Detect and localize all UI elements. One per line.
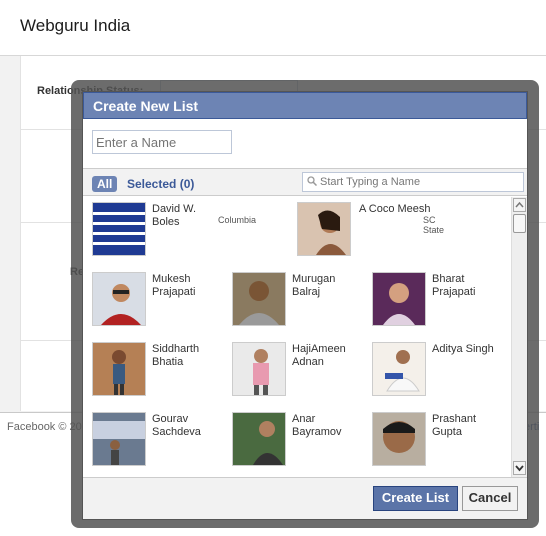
friend-item[interactable]: Murugan Balraj [223, 267, 363, 327]
friend-name: Prashant Gupta [432, 413, 477, 438]
avatar [92, 342, 146, 396]
friend-item[interactable]: Aditya Singh [363, 337, 503, 397]
friend-network: SC State [423, 215, 445, 235]
filter-bar: All Selected (0) Start Typing a Name [83, 168, 527, 196]
list-name-input[interactable] [92, 130, 232, 154]
friend-name: David W. Boles [152, 203, 197, 228]
friend-item[interactable]: Mukesh Prajapati [83, 267, 223, 327]
avatar [297, 202, 351, 256]
page-header: Webguru India [0, 0, 546, 56]
tab-all[interactable]: All [92, 176, 118, 192]
friend-item[interactable]: Siddharth Bhatia [83, 337, 223, 397]
avatar [92, 412, 146, 466]
page-title: Webguru India [20, 16, 131, 35]
friend-search-input[interactable]: Start Typing a Name [302, 172, 524, 192]
cancel-button[interactable]: Cancel [462, 486, 518, 511]
friend-item[interactable]: Gourav Sachdeva [83, 407, 223, 467]
search-placeholder: Start Typing a Name [320, 176, 421, 188]
scroll-thumb[interactable] [513, 214, 526, 233]
create-list-button[interactable]: Create List [373, 486, 458, 511]
friend-name: Siddharth Bhatia [152, 343, 200, 368]
dialog-title: Create New List [83, 92, 527, 119]
avatar [372, 412, 426, 466]
friend-item[interactable]: Anar Bayramov [223, 407, 363, 467]
friend-name: A Coco Meesh [359, 203, 431, 215]
avatar [92, 272, 146, 326]
friend-name: Aditya Singh [432, 343, 494, 355]
friend-list: David W. Boles Columbia A Coco Meesh SC … [83, 197, 511, 477]
avatar [372, 342, 426, 396]
friend-name: Gourav Sachdeva [152, 413, 201, 438]
avatar [232, 342, 286, 396]
dialog-footer: Create List Cancel [83, 477, 527, 519]
friend-name: Murugan Balraj [292, 273, 336, 298]
tab-selected[interactable]: Selected (0) [127, 177, 194, 191]
create-list-dialog: Create New List All Selected (0) Start T… [82, 91, 528, 520]
chevron-down-icon [515, 465, 524, 472]
friend-item[interactable]: HajiAmeen Adnan [223, 337, 363, 397]
friend-name: Mukesh Prajapati [152, 273, 196, 298]
friend-name: Bharat Prajapati [432, 273, 476, 298]
avatar [232, 412, 286, 466]
friend-item[interactable]: Prashant Gupta [363, 407, 503, 467]
scroll-up-button[interactable] [513, 198, 526, 212]
search-icon [307, 176, 317, 186]
friend-network: Columbia [218, 215, 257, 225]
friend-name: HajiAmeen Adnan [292, 343, 346, 368]
friend-list-scrollbar[interactable] [511, 197, 527, 477]
scroll-down-button[interactable] [513, 461, 526, 475]
chevron-up-icon [515, 201, 524, 208]
friend-name: Anar Bayramov [292, 413, 342, 438]
friend-item[interactable]: Bharat Prajapati [363, 267, 503, 327]
avatar [372, 272, 426, 326]
friend-item[interactable]: David W. Boles Columbia [83, 197, 256, 257]
avatar [232, 272, 286, 326]
friend-item[interactable]: A Coco Meesh SC State [288, 197, 444, 257]
avatar [92, 202, 146, 256]
